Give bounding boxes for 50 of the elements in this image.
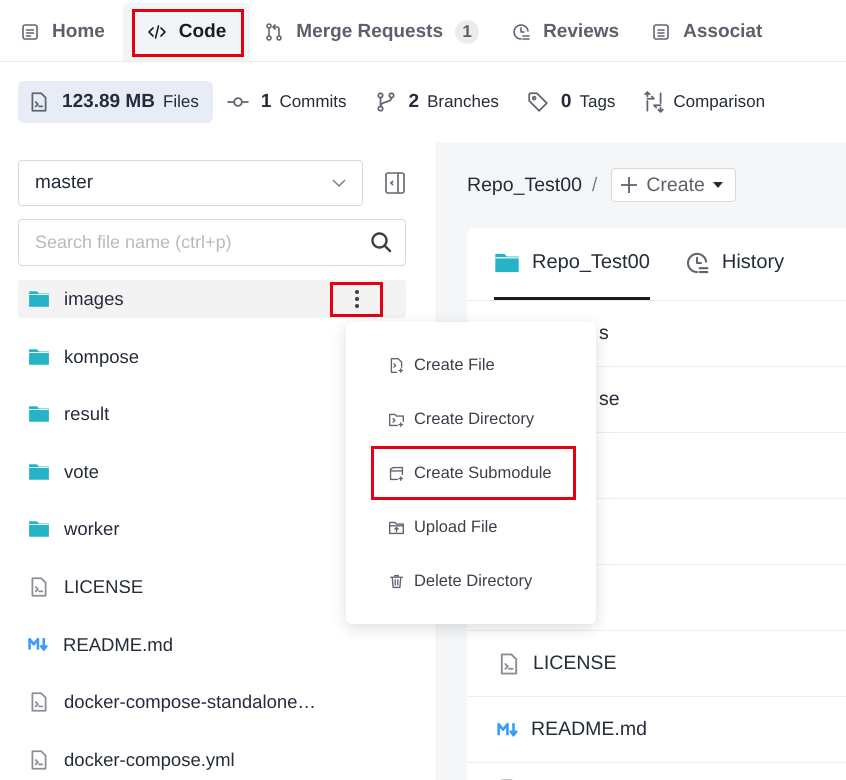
repo-stat[interactable]: 123.89 MB Files xyxy=(18,81,213,123)
clock-list-icon xyxy=(511,22,532,42)
branch-icon xyxy=(374,91,396,113)
file-name[interactable]: LICENSE xyxy=(533,652,616,675)
tree-item[interactable]: docker-compose.yml xyxy=(18,740,406,779)
nav-tab[interactable]: Merge Requests 1 xyxy=(250,3,498,61)
trash-icon xyxy=(388,572,405,590)
branch-select[interactable]: master xyxy=(18,160,363,206)
tag-icon xyxy=(526,91,549,113)
count-badge: 1 xyxy=(455,20,480,44)
create-button[interactable]: Create xyxy=(611,168,736,202)
tree-item[interactable]: images xyxy=(18,280,406,318)
module-plus-icon xyxy=(388,464,405,482)
code-icon xyxy=(146,22,167,42)
merge-request-icon xyxy=(264,22,284,42)
tree-item[interactable]: README.md xyxy=(18,626,406,664)
nav-tab[interactable]: Associat xyxy=(637,3,780,61)
file-plus-icon xyxy=(388,356,405,374)
markdown-icon xyxy=(28,637,49,652)
search-field[interactable]: Search file name (ctrl+p) xyxy=(18,219,406,266)
plus-icon xyxy=(620,176,638,194)
upload-folder-icon xyxy=(388,518,405,536)
nav-tab[interactable]: Home xyxy=(6,3,123,61)
chevron-down-icon xyxy=(332,179,346,187)
breadcrumb-link[interactable]: Repo_Test00 xyxy=(467,174,582,196)
repo-stat[interactable]: 2 Branches xyxy=(364,81,513,123)
content-tab[interactable]: Repo_Test00 xyxy=(494,228,650,300)
nav-tab[interactable]: Code xyxy=(122,3,250,61)
content-tab[interactable]: History xyxy=(684,228,784,300)
folder-plus-icon xyxy=(388,410,405,428)
menu-item[interactable]: Create Submodule xyxy=(371,446,576,500)
more-button[interactable] xyxy=(330,282,383,316)
list-icon xyxy=(651,22,672,42)
document-icon xyxy=(20,22,40,42)
breadcrumb-separator: / xyxy=(592,174,598,196)
repo-stat[interactable]: 1 Commits xyxy=(216,81,360,123)
caret-down-icon xyxy=(712,182,723,188)
nav-tab[interactable]: Reviews xyxy=(497,3,638,61)
markdown-icon xyxy=(497,722,519,738)
repo-stat[interactable]: 0 Tags xyxy=(516,81,630,123)
file-name[interactable]: s xyxy=(599,322,609,345)
tree-item[interactable]: docker-compose-standalone… xyxy=(18,683,406,722)
search-icon xyxy=(370,231,392,253)
kebab-icon xyxy=(354,290,358,308)
collapse-panel-icon[interactable] xyxy=(385,172,405,194)
file-name[interactable]: se xyxy=(599,388,620,411)
compare-icon xyxy=(643,91,666,113)
repo-stat[interactable]: Comparison xyxy=(633,81,780,123)
file-name[interactable]: README.md xyxy=(531,718,647,741)
branch-name: master xyxy=(35,172,94,194)
